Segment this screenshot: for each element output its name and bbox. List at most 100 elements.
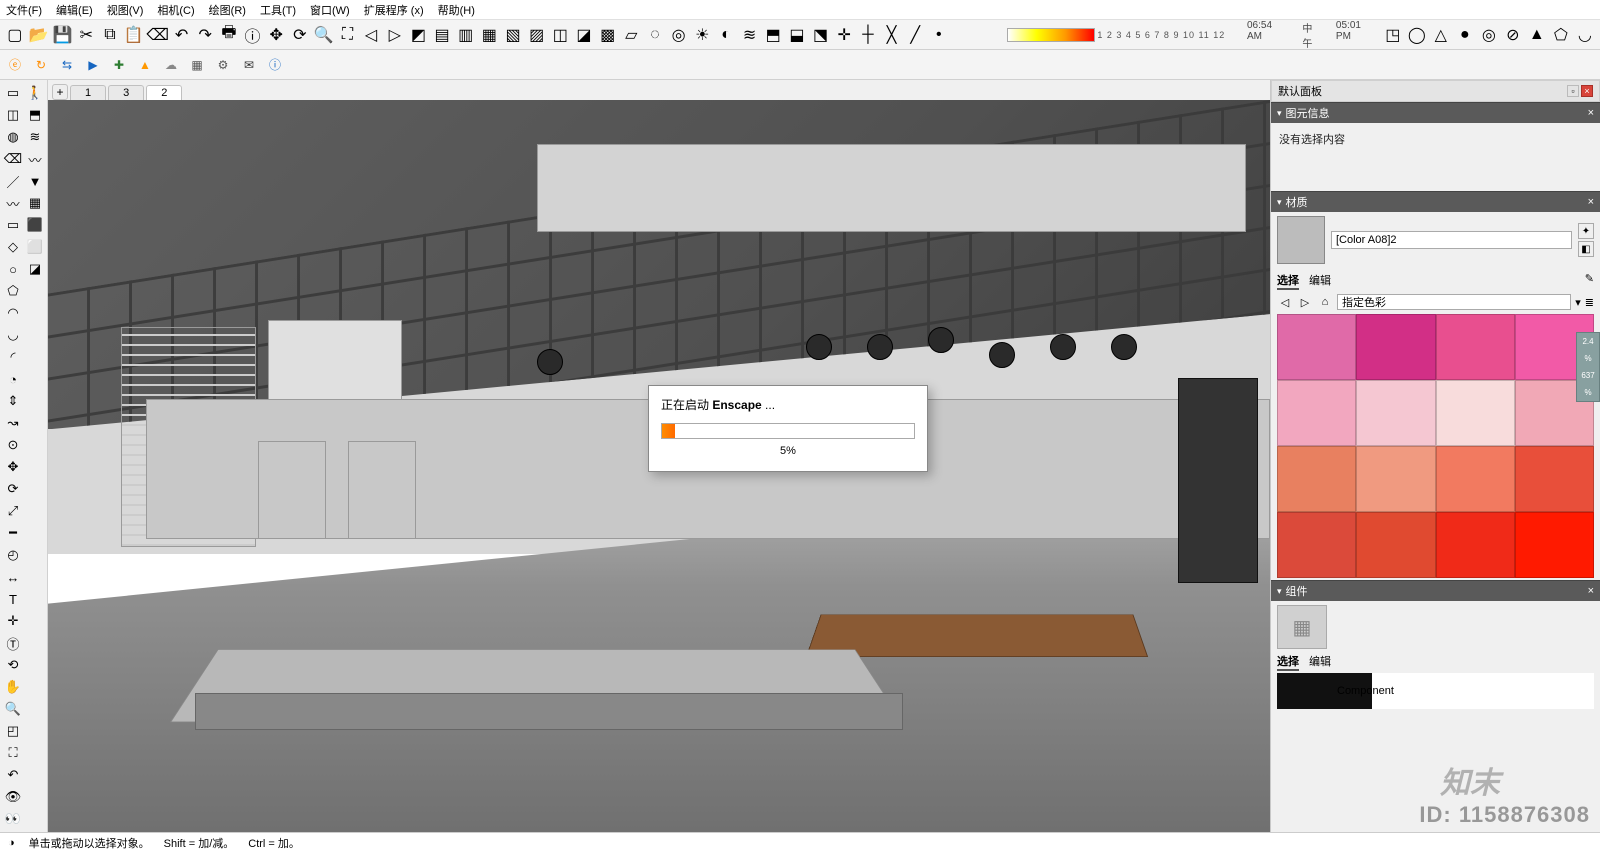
back-icon[interactable]: ▧ bbox=[502, 24, 524, 46]
left-icon[interactable]: ▨ bbox=[526, 24, 548, 46]
model-info-icon[interactable]: ⓘ bbox=[242, 24, 264, 46]
prism-icon[interactable]: ⬠ bbox=[1550, 24, 1572, 46]
material-swatch[interactable] bbox=[1356, 446, 1435, 512]
follow-tool-icon[interactable]: ↝ bbox=[2, 412, 24, 434]
pie-tool-icon[interactable]: ◔ bbox=[2, 368, 24, 390]
section-close-icon[interactable]: × bbox=[1588, 585, 1594, 597]
zoom-icon[interactable]: 🔍 bbox=[313, 24, 335, 46]
fog-icon[interactable]: ≋ bbox=[739, 24, 761, 46]
menu-camera[interactable]: 相机(C) bbox=[157, 2, 194, 18]
time-pm[interactable]: 05:01 PM bbox=[1336, 20, 1378, 50]
scale-tool-icon[interactable]: ⤢ bbox=[2, 500, 24, 522]
material-swatch[interactable] bbox=[1436, 314, 1515, 380]
home-icon[interactable]: ⌂ bbox=[1317, 294, 1333, 310]
paint-tool-icon[interactable]: ◍ bbox=[2, 126, 24, 148]
menu-draw[interactable]: 绘图(R) bbox=[209, 2, 246, 18]
box-icon[interactable]: ◳ bbox=[1382, 24, 1404, 46]
front-icon[interactable]: ▥ bbox=[455, 24, 477, 46]
components-tab-select[interactable]: 选择 bbox=[1277, 653, 1299, 671]
layers-add-icon[interactable]: ✚ bbox=[108, 54, 130, 76]
freehand-tool-icon[interactable]: 〰 bbox=[2, 192, 24, 214]
materials-tab-edit[interactable]: 编辑 bbox=[1309, 272, 1331, 290]
sec-cut-icon[interactable]: ⬔ bbox=[810, 24, 832, 46]
mono-icon[interactable]: ◎ bbox=[668, 24, 690, 46]
tray-close-icon[interactable]: × bbox=[1581, 85, 1593, 97]
tube-icon[interactable]: ⊘ bbox=[1502, 24, 1524, 46]
menu-tools[interactable]: 工具(T) bbox=[260, 2, 296, 18]
walk-tool-icon[interactable]: 🚶 bbox=[24, 82, 46, 104]
pan-tool-icon[interactable]: ✋ bbox=[2, 676, 24, 698]
shaded-icon[interactable]: ◪ bbox=[573, 24, 595, 46]
position-cam-tool-icon[interactable]: 👁 bbox=[2, 786, 24, 808]
offset-tool-icon[interactable]: ⊙ bbox=[2, 434, 24, 456]
material-swatch[interactable] bbox=[1436, 380, 1515, 446]
orbit-icon[interactable]: ⟳ bbox=[289, 24, 311, 46]
drape-tool-icon[interactable]: ▼ bbox=[24, 170, 46, 192]
material-swatch[interactable] bbox=[1277, 446, 1356, 512]
component-tool-icon[interactable]: ◫ bbox=[2, 104, 24, 126]
polygon-tool-icon[interactable]: ⬠ bbox=[2, 280, 24, 302]
redo-icon[interactable]: ↷ bbox=[194, 24, 216, 46]
back-edges-icon[interactable]: ╱ bbox=[904, 24, 926, 46]
text-tool-icon[interactable]: T bbox=[2, 588, 24, 610]
material-swatch[interactable] bbox=[1356, 380, 1435, 446]
pyr-icon[interactable]: ▲ bbox=[1526, 24, 1548, 46]
live-icon[interactable]: ▶ bbox=[82, 54, 104, 76]
menu-window[interactable]: 窗口(W) bbox=[310, 2, 350, 18]
pan-icon[interactable]: ✥ bbox=[265, 24, 287, 46]
tray-titlebar[interactable]: 默认面板 ▫× bbox=[1271, 80, 1600, 102]
nav-back-icon[interactable]: ◁ bbox=[1277, 294, 1293, 310]
status-circle-icon[interactable]: ◑ bbox=[8, 837, 15, 849]
solid2-tool-icon[interactable]: ⬜ bbox=[24, 236, 46, 258]
pushpull-tool-icon[interactable]: ⇕ bbox=[2, 390, 24, 412]
guides-icon[interactable]: ┼ bbox=[857, 24, 879, 46]
material-swatch[interactable] bbox=[1515, 512, 1594, 578]
menu-file[interactable]: 文件(F) bbox=[6, 2, 42, 18]
copy-icon[interactable]: ⧉ bbox=[99, 24, 121, 46]
torus-icon[interactable]: ◎ bbox=[1478, 24, 1500, 46]
grid-tool-icon[interactable]: ▦ bbox=[24, 192, 46, 214]
select-tool-icon[interactable]: ▭ bbox=[2, 82, 24, 104]
sphere-icon[interactable]: ● bbox=[1454, 24, 1476, 46]
shaded-tex-icon[interactable]: ▩ bbox=[597, 24, 619, 46]
scene-tab-1[interactable]: 1 bbox=[70, 85, 106, 100]
3pt-arc-tool-icon[interactable]: ◜ bbox=[2, 346, 24, 368]
section-close-icon[interactable]: × bbox=[1588, 196, 1594, 208]
2pt-arc-tool-icon[interactable]: ◡ bbox=[2, 324, 24, 346]
material-swatch[interactable] bbox=[1436, 446, 1515, 512]
axes-tool-icon[interactable]: ✛ bbox=[2, 610, 24, 632]
print-icon[interactable]: 🖶 bbox=[218, 24, 240, 46]
cone-icon[interactable]: △ bbox=[1430, 24, 1452, 46]
solid3-tool-icon[interactable]: ◪ bbox=[24, 258, 46, 280]
zoom-extents-icon[interactable]: ⛶ bbox=[337, 24, 359, 46]
prev-icon[interactable]: ◁ bbox=[360, 24, 382, 46]
render-icon[interactable]: ▦ bbox=[186, 54, 208, 76]
scene-tab-2[interactable]: 2 bbox=[146, 85, 182, 100]
material-swatch[interactable] bbox=[1515, 446, 1594, 512]
material-swatch[interactable] bbox=[1277, 512, 1356, 578]
zoom-window-tool-icon[interactable]: ◰ bbox=[2, 720, 24, 742]
orbit-tool-icon[interactable]: ⟲ bbox=[2, 654, 24, 676]
rotated-rect-tool-icon[interactable]: ◇ bbox=[2, 236, 24, 258]
save-icon[interactable]: 💾 bbox=[52, 24, 74, 46]
enscape-icon[interactable]: ⓔ bbox=[4, 54, 26, 76]
sandbox1-tool-icon[interactable]: ≋ bbox=[24, 126, 46, 148]
open-icon[interactable]: 📂 bbox=[28, 24, 50, 46]
floating-stats-widget[interactable]: 2.4% 637% bbox=[1576, 332, 1600, 402]
wire-icon[interactable]: ▱ bbox=[620, 24, 642, 46]
section-icon[interactable]: ⬒ bbox=[762, 24, 784, 46]
next-icon[interactable]: ▷ bbox=[384, 24, 406, 46]
menu-edit[interactable]: 编辑(E) bbox=[56, 2, 93, 18]
nav-fwd-icon[interactable]: ▷ bbox=[1297, 294, 1313, 310]
3dtext-tool-icon[interactable]: Ⓣ bbox=[2, 632, 24, 654]
cyl-icon[interactable]: ◯ bbox=[1406, 24, 1428, 46]
model-viewport[interactable]: 正在启动 Enscape ... 5% bbox=[48, 100, 1270, 832]
material-swatch[interactable] bbox=[1277, 380, 1356, 446]
rotate-tool-icon[interactable]: ⟳ bbox=[2, 478, 24, 500]
iso-icon[interactable]: ◩ bbox=[408, 24, 430, 46]
circle-tool-icon[interactable]: ○ bbox=[2, 258, 24, 280]
material-create-icon[interactable]: ✦ bbox=[1578, 223, 1594, 239]
tray-pin-icon[interactable]: ▫ bbox=[1567, 85, 1579, 97]
protractor-tool-icon[interactable]: ◴ bbox=[2, 544, 24, 566]
eraser-tool-icon[interactable]: ⌫ bbox=[2, 148, 24, 170]
